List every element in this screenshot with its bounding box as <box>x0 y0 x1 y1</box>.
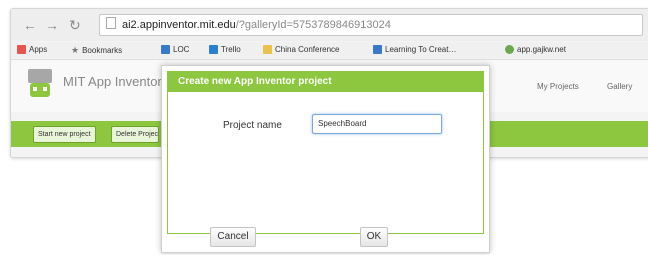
nav-my-projects[interactable]: My Projects <box>537 82 579 91</box>
delete-project-button[interactable]: Delete Project <box>111 126 159 143</box>
bookmark-label: Bookmarks <box>82 46 123 55</box>
bookmark-label: Apps <box>29 45 48 54</box>
browser-toolbar: ← → ↻ ai2.appinventor.mit.edu/?galleryId… <box>11 9 648 41</box>
apps-grid-icon <box>17 45 26 54</box>
globe-icon <box>505 45 514 54</box>
address-bar[interactable]: ai2.appinventor.mit.edu/?galleryId=57537… <box>99 14 643 36</box>
bookmark-label: Trello <box>221 45 241 54</box>
bookmark-label: China Conference <box>275 45 340 54</box>
project-name-input[interactable]: SpeechBoard <box>312 114 442 134</box>
ok-button[interactable]: OK <box>360 227 388 247</box>
page-icon <box>106 17 116 29</box>
bookmark-icon <box>373 45 382 54</box>
folder-icon <box>263 45 272 54</box>
app-inventor-logo-icon <box>28 69 52 97</box>
bookmark-apps[interactable]: Apps <box>17 45 47 54</box>
url-host: ai2.appinventor.mit.edu <box>122 19 236 31</box>
project-name-label: Project name <box>223 120 282 131</box>
start-new-project-button[interactable]: Start new project <box>33 126 96 143</box>
forward-icon[interactable]: → <box>45 17 59 33</box>
dialog-body: Project name SpeechBoard Cancel OK <box>167 92 484 247</box>
app-title: MIT App Inventor <box>63 74 162 89</box>
bookmark-icon <box>161 45 170 54</box>
bookmark-china-conference[interactable]: China Conference <box>263 45 339 54</box>
bookmark-label: Learning To Creat… <box>385 45 457 54</box>
bookmarks-bar: Apps ★ Bookmarks LOC Trello China Confere… <box>11 42 648 58</box>
back-icon[interactable]: ← <box>23 17 37 33</box>
bookmark-learning[interactable]: Learning To Creat… <box>373 45 456 54</box>
bookmark-gajkw[interactable]: app.gajkw.net <box>505 45 566 54</box>
bookmark-loc[interactable]: LOC <box>161 45 189 54</box>
bookmark-label: app.gajkw.net <box>517 45 566 54</box>
bookmark-bookmarks[interactable]: ★ Bookmarks <box>71 45 122 56</box>
star-icon: ★ <box>71 45 80 55</box>
bookmark-label: LOC <box>173 45 190 54</box>
bookmark-trello[interactable]: Trello <box>209 45 241 54</box>
nav-gallery[interactable]: Gallery <box>607 82 632 91</box>
reload-icon[interactable]: ↻ <box>69 17 81 34</box>
cancel-button[interactable]: Cancel <box>210 227 256 247</box>
new-project-dialog: Create new App Inventor project Project … <box>161 65 490 253</box>
dialog-title: Create new App Inventor project <box>167 71 484 92</box>
trello-icon <box>209 45 218 54</box>
url-path: /?galleryId=5753789846913024 <box>235 19 391 31</box>
